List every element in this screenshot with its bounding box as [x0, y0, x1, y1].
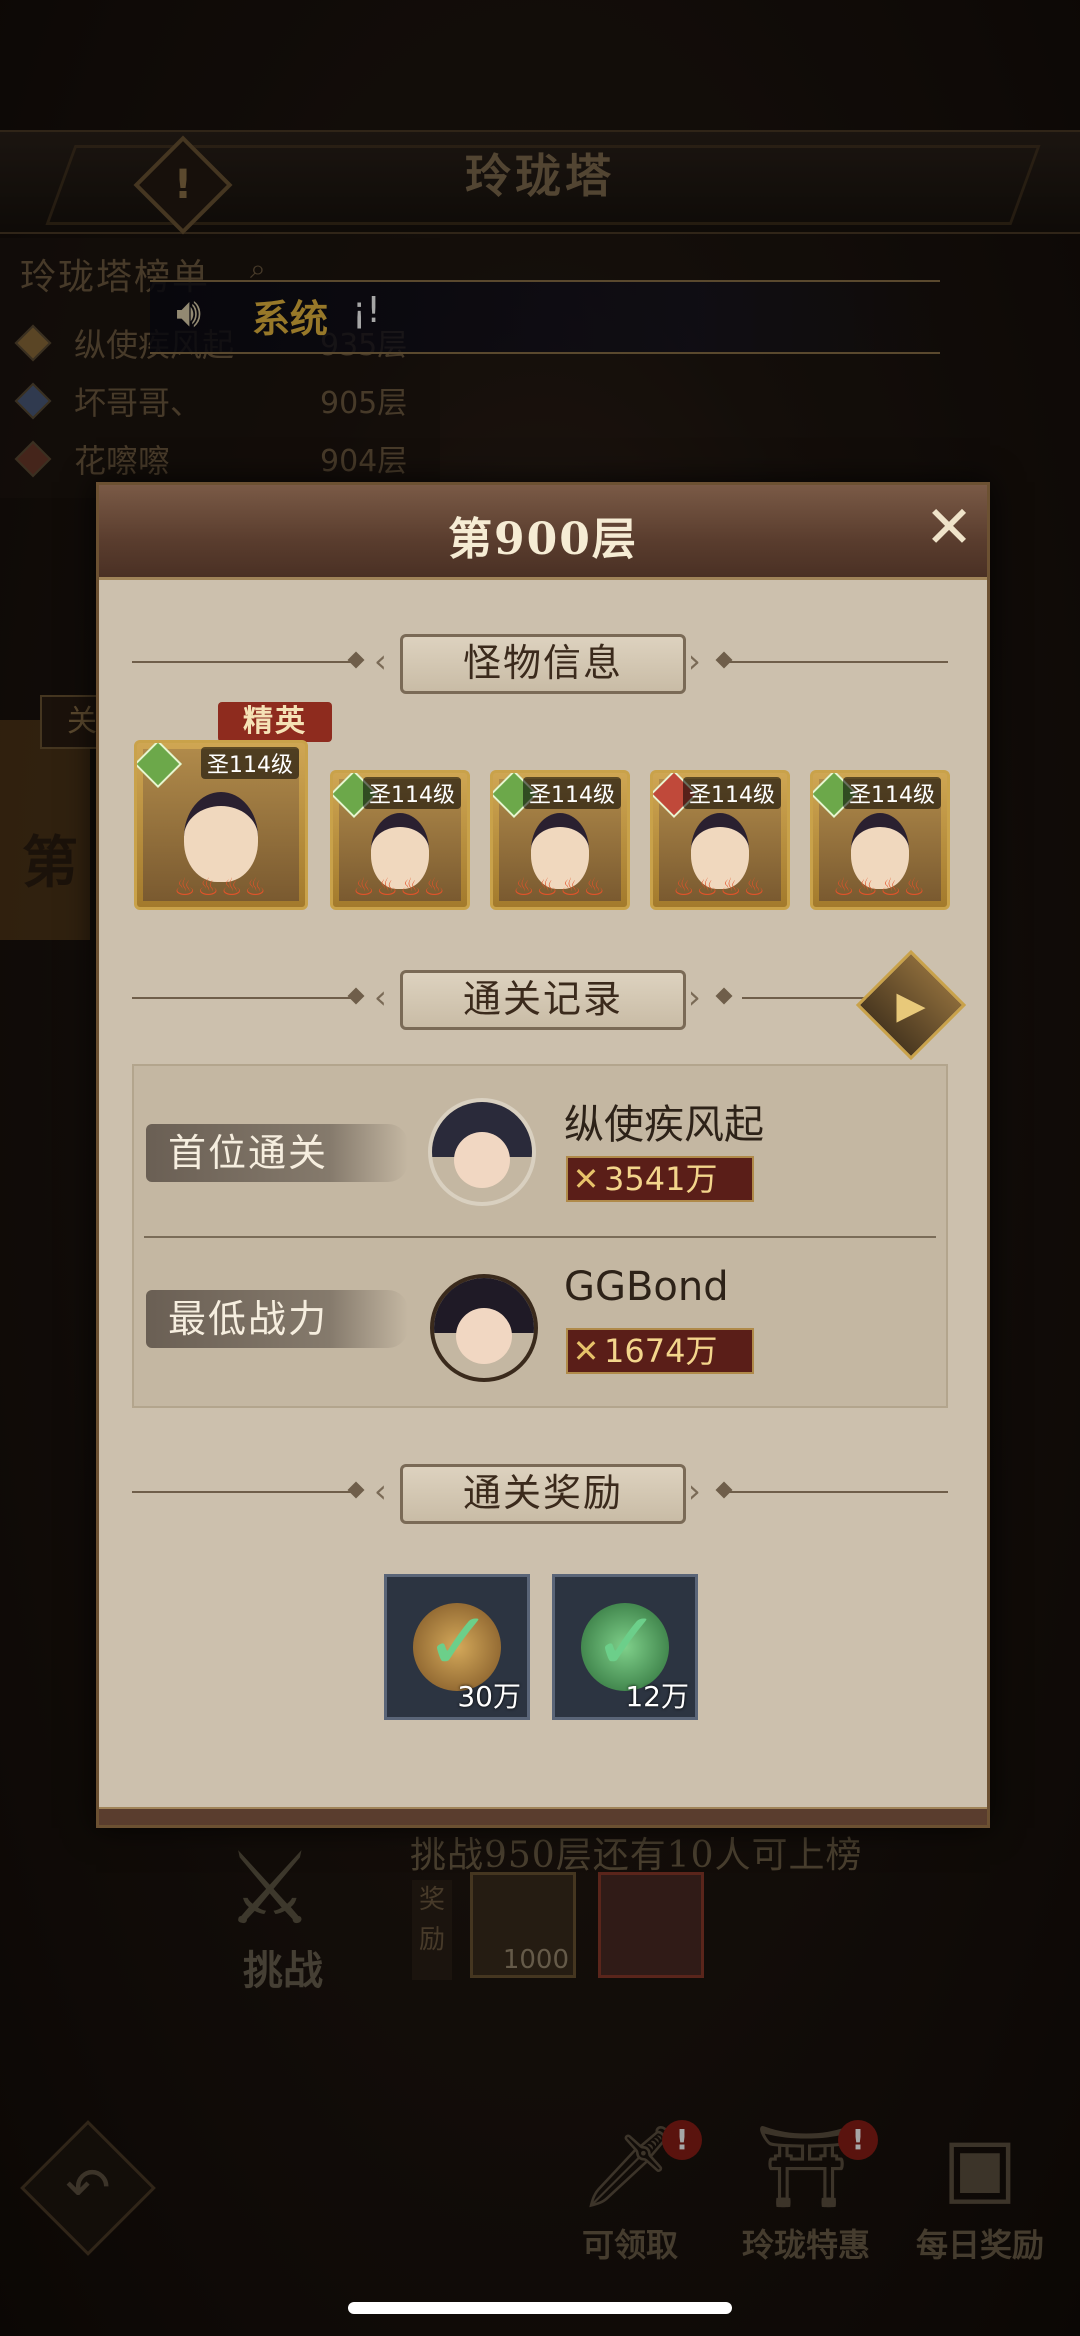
monster-card[interactable]: 圣114级 ♨♨♨♨ — [810, 770, 950, 910]
monster-card[interactable]: 圣114级 ♨♨♨♨ — [650, 770, 790, 910]
monster-stars: ♨♨♨♨ — [352, 873, 448, 901]
reward-item-jade-orb[interactable]: ✓ 12万 — [552, 1574, 698, 1720]
monster-card[interactable]: 圣114级 ♨♨♨♨ — [134, 740, 308, 910]
monster-portrait — [184, 792, 258, 882]
crossed-swords-icon: ✕ — [572, 1160, 600, 1198]
reward-count: 12万 — [625, 1680, 689, 1713]
monster-stars: ♨♨♨♨ — [832, 873, 928, 901]
first-clear-power: ✕ 3541万 — [566, 1156, 754, 1202]
record-section-title: 通关记录 — [400, 970, 686, 1030]
reward-section-title: 通关奖励 — [400, 1464, 686, 1524]
monster-card[interactable]: 圣114级 ♨♨♨♨ — [330, 770, 470, 910]
monster-level: 圣114级 — [201, 747, 299, 779]
lowest-power-value: ✕ 1674万 — [566, 1328, 754, 1374]
modal-title: 第900层 — [448, 514, 638, 565]
home-indicator[interactable] — [348, 2302, 732, 2314]
record-divider — [144, 1236, 936, 1238]
record-section-header: ‹ 通关记录 › — [132, 970, 872, 1030]
power-value: 3541万 — [604, 1160, 718, 1198]
monster-stars: ♨♨♨♨ — [512, 873, 608, 901]
reward-count: 30万 — [457, 1680, 521, 1713]
monster-card[interactable]: 圣114级 ♨♨♨♨ — [490, 770, 630, 910]
close-icon[interactable]: ✕ — [919, 497, 979, 557]
lowest-power-label: 最低战力 — [146, 1290, 408, 1348]
elite-tag: 精英 — [218, 702, 332, 742]
power-value: 1674万 — [604, 1332, 718, 1370]
monster-section-title: 怪物信息 — [400, 634, 686, 694]
monster-section-header: ‹ 怪物信息 › — [132, 634, 948, 694]
first-clear-player-name: 纵使疾风起 — [564, 1102, 764, 1148]
crossed-swords-icon: ✕ — [572, 1332, 600, 1370]
first-clear-label: 首位通关 — [146, 1124, 408, 1182]
lowest-power-player-name: GGBond — [564, 1264, 729, 1310]
reward-section-header: ‹ 通关奖励 › — [132, 1464, 948, 1524]
video-camera-icon: ▶ — [896, 983, 926, 1027]
monster-level: 圣114级 — [683, 777, 781, 809]
avatar[interactable] — [428, 1098, 536, 1206]
avatar[interactable] — [430, 1274, 538, 1382]
modal-header: 第900层 ✕ — [99, 485, 987, 580]
reward-item-copper-coin[interactable]: ✓ 30万 — [384, 1574, 530, 1720]
modal-footer — [99, 1807, 987, 1825]
monster-level: 圣114级 — [843, 777, 941, 809]
monster-level: 圣114级 — [363, 777, 461, 809]
monster-level: 圣114级 — [523, 777, 621, 809]
monster-stars: ♨♨♨♨ — [173, 873, 269, 901]
monster-stars: ♨♨♨♨ — [672, 873, 768, 901]
